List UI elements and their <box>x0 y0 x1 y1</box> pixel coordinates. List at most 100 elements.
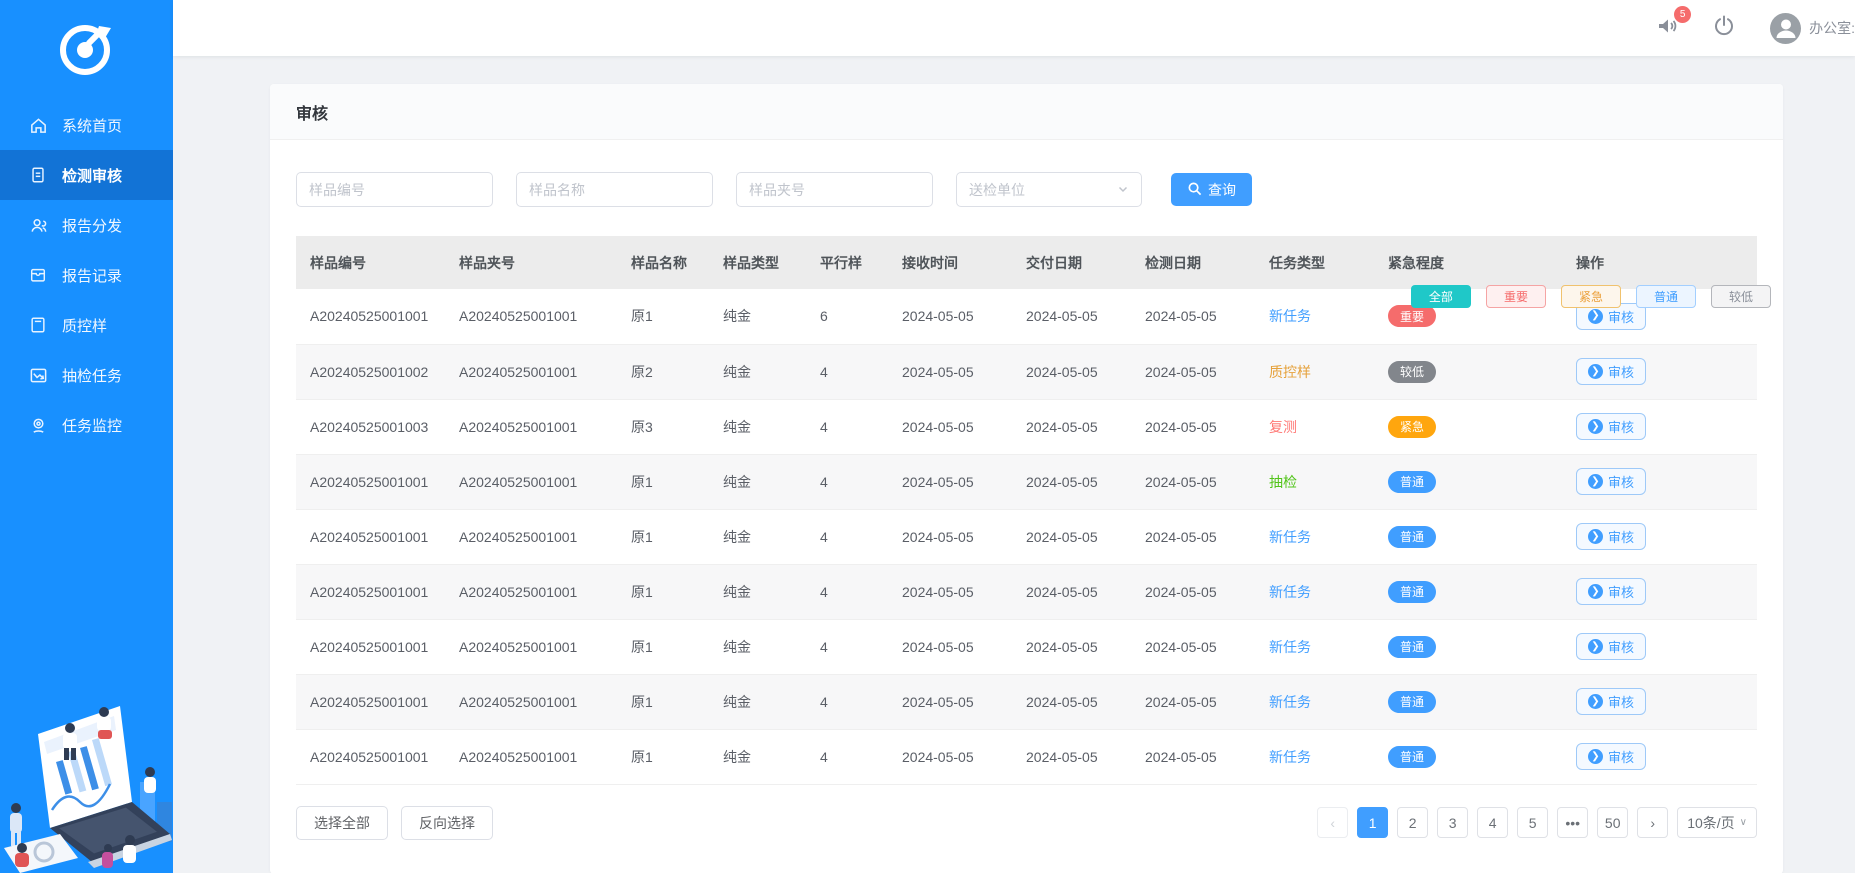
pagination-prev-button[interactable]: ‹ <box>1317 807 1348 838</box>
cell-type: 纯金 <box>709 399 806 454</box>
sidebar-menu: 系统首页检测审核报告分发报告记录质控样抽检任务任务监控 <box>0 100 173 450</box>
pagination-page-4[interactable]: 4 <box>1477 807 1508 838</box>
arrow-right-circle-icon: ❯ <box>1588 749 1603 764</box>
sidebar-item-3[interactable]: 报告分发 <box>0 200 173 250</box>
urgency-badge: 普通 <box>1388 471 1436 493</box>
audit-button-label: 审核 <box>1608 692 1634 711</box>
cell-folder_no: A20240525001001 <box>445 454 617 509</box>
arrow-right-circle-icon: ❯ <box>1588 529 1603 544</box>
cell-test_date: 2024-05-05 <box>1131 289 1255 344</box>
cell-delivery: 2024-05-05 <box>1012 454 1131 509</box>
search-row: 送检单位 查询 <box>296 172 1757 207</box>
notification-badge: 5 <box>1674 6 1691 23</box>
chip-urgent[interactable]: 紧急 <box>1561 285 1621 308</box>
cell-name: 原1 <box>617 289 709 344</box>
table-row: A20240525001001A20240525001001原1纯金42024-… <box>296 674 1757 729</box>
target-dart-logo-icon <box>55 16 119 85</box>
audit-button[interactable]: ❯审核 <box>1576 413 1646 440</box>
cell-name: 原1 <box>617 509 709 564</box>
audit-button[interactable]: ❯审核 <box>1576 523 1646 550</box>
cell-received: 2024-05-05 <box>888 674 1012 729</box>
sidebar-item-5[interactable]: 质控样 <box>0 300 173 350</box>
cell-delivery: 2024-05-05 <box>1012 344 1131 399</box>
cell-sample_no: A20240525001003 <box>296 399 445 454</box>
page-size-select[interactable]: 10条/页∨ <box>1677 807 1757 838</box>
cell-name: 原1 <box>617 729 709 784</box>
chip-normal[interactable]: 普通 <box>1636 285 1696 308</box>
chip-important[interactable]: 重要 <box>1486 285 1546 308</box>
column-header: 检测日期 <box>1131 236 1255 289</box>
cell-test_date: 2024-05-05 <box>1131 564 1255 619</box>
sidebar-item-1[interactable]: 系统首页 <box>0 100 173 150</box>
task-type-label: 新任务 <box>1269 694 1311 710</box>
audit-button-label: 审核 <box>1608 747 1634 766</box>
sidebar-item-label: 报告记录 <box>62 265 122 286</box>
notifications-button[interactable]: 5 <box>1656 15 1678 42</box>
sidebar-item-2[interactable]: 检测审核 <box>0 150 173 200</box>
table-row: A20240525001001A20240525001001原1纯金42024-… <box>296 509 1757 564</box>
cell-parallel: 4 <box>806 729 888 784</box>
audit-button-label: 审核 <box>1608 307 1634 326</box>
urgency-badge: 普通 <box>1388 691 1436 713</box>
cell-parallel: 4 <box>806 399 888 454</box>
sidebar-item-4[interactable]: 报告记录 <box>0 250 173 300</box>
audit-button[interactable]: ❯ 审核 <box>1576 743 1646 770</box>
audit-card: 审核 送检单位 <box>270 84 1783 873</box>
user-avatar[interactable] <box>1770 13 1801 44</box>
cell-folder_no: A20240525001001 <box>445 564 617 619</box>
cell-name: 原3 <box>617 399 709 454</box>
sample-no-input[interactable] <box>296 172 493 207</box>
chip-low[interactable]: 较低 <box>1711 285 1771 308</box>
cell-test_date: 2024-05-05 <box>1131 454 1255 509</box>
audit-button[interactable]: ❯审核 <box>1576 578 1646 605</box>
column-header: 样品编号 <box>296 236 445 289</box>
cell-folder_no: A20240525001001 <box>445 399 617 454</box>
chip-all[interactable]: 全部 <box>1411 285 1471 308</box>
sidebar-item-7[interactable]: 任务监控 <box>0 400 173 450</box>
cell-type: 纯金 <box>709 619 806 674</box>
priority-filter-chips: 全部重要紧急普通较低 <box>1411 285 1771 308</box>
select-all-button[interactable]: 选择全部 <box>296 806 388 840</box>
sidebar-item-label: 抽检任务 <box>62 365 122 386</box>
invert-select-button[interactable]: 反向选择 <box>401 806 493 840</box>
pagination-page-1[interactable]: 1 <box>1357 807 1388 838</box>
sample-name-input[interactable] <box>516 172 713 207</box>
sending-unit-select[interactable]: 送检单位 <box>956 172 1142 207</box>
app-root: 系统首页检测审核报告分发报告记录质控样抽检任务任务监控 <box>0 0 1855 873</box>
urgency-badge: 紧急 <box>1388 416 1436 438</box>
task-type-label: 新任务 <box>1269 639 1311 655</box>
audit-button[interactable]: ❯审核 <box>1576 688 1646 715</box>
sample-folder-input[interactable] <box>736 172 933 207</box>
box-icon <box>28 265 48 285</box>
pagination-next-button[interactable]: › <box>1637 807 1668 838</box>
cell-received: 2024-05-05 <box>888 729 1012 784</box>
cell-parallel: 4 <box>806 344 888 399</box>
cell-name: 原1 <box>617 619 709 674</box>
sidebar-item-6[interactable]: 抽检任务 <box>0 350 173 400</box>
cell-received: 2024-05-05 <box>888 454 1012 509</box>
pagination-ellipsis: ••• <box>1557 807 1588 838</box>
cell-parallel: 4 <box>806 509 888 564</box>
query-button[interactable]: 查询 <box>1171 173 1252 206</box>
pagination-page-50[interactable]: 50 <box>1597 807 1628 838</box>
arrow-right-circle-icon: ❯ <box>1588 474 1603 489</box>
cell-sample_no: A20240525001001 <box>296 564 445 619</box>
cell-delivery: 2024-05-05 <box>1012 289 1131 344</box>
column-header: 样品夹号 <box>445 236 617 289</box>
sidebar-item-label: 报告分发 <box>62 215 122 236</box>
urgency-badge: 重要 <box>1388 305 1436 327</box>
cell-received: 2024-05-05 <box>888 509 1012 564</box>
audit-button[interactable]: ❯审核 <box>1576 633 1646 660</box>
pagination-page-5[interactable]: 5 <box>1517 807 1548 838</box>
audit-button-label: 审核 <box>1608 417 1634 436</box>
cell-type: 纯金 <box>709 564 806 619</box>
cell-test_date: 2024-05-05 <box>1131 729 1255 784</box>
pagination-page-2[interactable]: 2 <box>1397 807 1428 838</box>
logout-button[interactable] <box>1712 14 1736 43</box>
cell-name: 原1 <box>617 564 709 619</box>
audit-button[interactable]: ❯审核 <box>1576 358 1646 385</box>
audit-button[interactable]: ❯审核 <box>1576 468 1646 495</box>
app-logo[interactable] <box>0 0 173 100</box>
users-icon <box>28 215 48 235</box>
pagination-page-3[interactable]: 3 <box>1437 807 1468 838</box>
